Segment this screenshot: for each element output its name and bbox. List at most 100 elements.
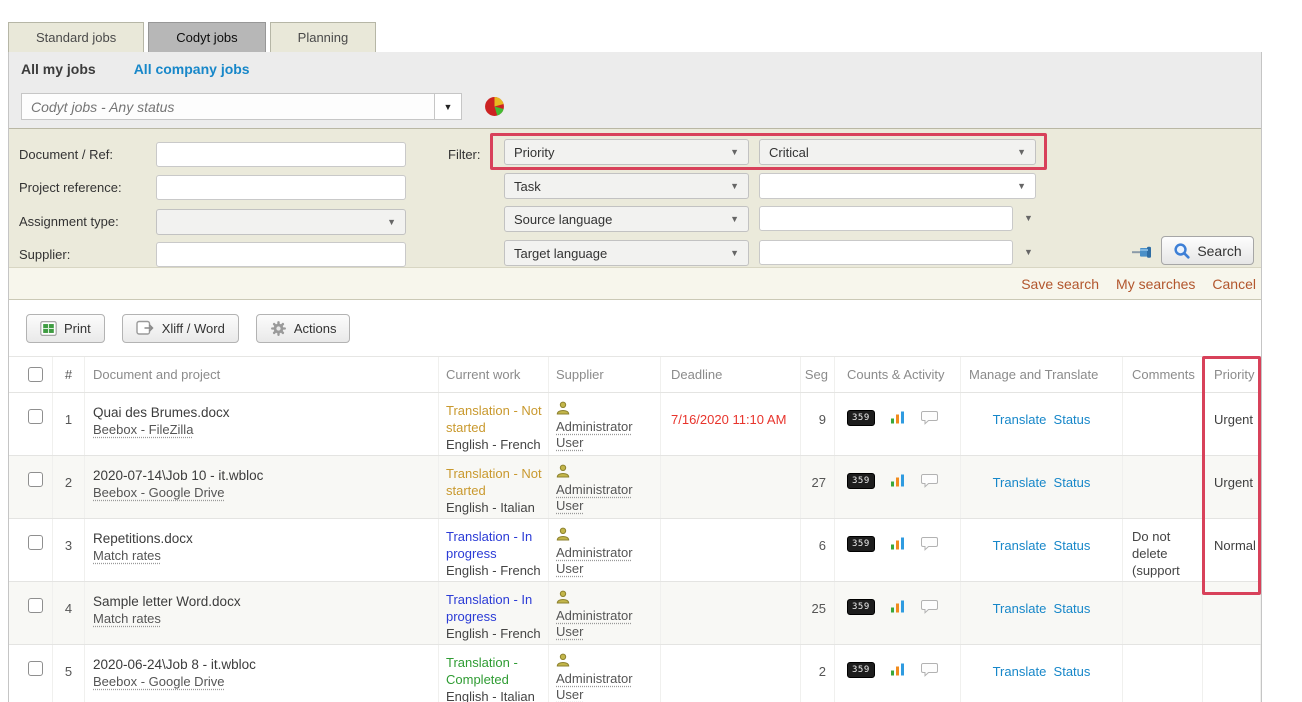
user-icon [556,401,570,415]
supplier-link[interactable]: Administrator User [556,419,633,450]
statistics-button[interactable] [484,96,505,117]
assignment-type-select[interactable]: ▼ [156,209,406,235]
comment-bubble-icon[interactable] [921,662,939,677]
tab-standard-jobs[interactable]: Standard jobs [8,22,144,52]
status-link[interactable]: Status [1054,412,1091,427]
activity-chart-icon[interactable] [890,536,906,551]
my-searches-link[interactable]: My searches [1116,276,1195,292]
header-current-work[interactable]: Current work [439,357,549,392]
header-deadline[interactable]: Deadline [661,357,801,392]
filter-field-4-select[interactable]: Target language▼ [504,240,749,266]
header-seg[interactable]: Seg [801,357,835,392]
translate-link[interactable]: Translate [993,412,1047,427]
user-icon [556,527,570,541]
project-link[interactable]: Beebox - Google Drive [93,674,225,689]
work-status: Translation - Completed [446,654,544,688]
filter-field-2-select[interactable]: Task▼ [504,173,749,199]
filter-value-2-select[interactable]: ▼ [759,173,1036,199]
header-comments[interactable]: Comments [1123,357,1203,392]
row-checkbox[interactable] [28,535,43,550]
tab-codyt-jobs[interactable]: Codyt jobs [148,22,265,52]
status-link[interactable]: Status [1054,664,1091,679]
chevron-down-icon[interactable]: ▼ [1024,247,1033,257]
filter-label: Filter: [448,147,481,162]
segment-count: 25 [801,582,835,644]
header-counts[interactable]: Counts & Activity [835,357,961,392]
save-search-link[interactable]: Save search [1021,276,1099,292]
all-my-jobs-link[interactable]: All my jobs [21,61,96,77]
header-supplier[interactable]: Supplier [549,357,661,392]
activity-chart-icon[interactable] [890,662,906,677]
tab-planning[interactable]: Planning [270,22,377,52]
row-checkbox[interactable] [28,472,43,487]
comment-text [1123,645,1203,702]
filter-value-4-input[interactable] [759,240,1013,265]
project-link[interactable]: Match rates [93,611,161,626]
project-link[interactable]: Beebox - FileZilla [93,422,193,437]
select-all-checkbox[interactable] [28,367,43,382]
project-link[interactable]: Match rates [93,548,161,563]
table-row: 5 2020-06-24\Job 8 - it.wbloc Beebox - G… [9,644,1261,702]
search-filter-panel: Document / Ref: Project reference: Assig… [9,129,1261,268]
header-document[interactable]: Document and project [85,357,439,392]
pin-search-button[interactable] [1131,246,1155,262]
word-count-badge[interactable]: 359 [847,536,875,552]
word-count-badge[interactable]: 359 [847,410,875,426]
supplier-link[interactable]: Administrator User [556,671,633,702]
status-link[interactable]: Status [1054,475,1091,490]
xliff-word-button[interactable]: Xliff / Word [122,314,239,343]
activity-chart-icon[interactable] [890,599,906,614]
actions-button[interactable]: Actions [256,314,351,343]
main-content: All my jobs All company jobs ▼ Document [8,52,1262,702]
translate-link[interactable]: Translate [993,664,1047,679]
job-status-combobox: ▼ [21,93,462,120]
comment-text [1123,456,1203,518]
word-count-badge[interactable]: 359 [847,662,875,678]
segment-count: 9 [801,393,835,455]
status-link[interactable]: Status [1054,538,1091,553]
comment-bubble-icon[interactable] [921,599,939,614]
project-ref-input[interactable] [156,175,406,200]
translate-link[interactable]: Translate [993,538,1047,553]
row-number: 4 [53,582,85,644]
comment-bubble-icon[interactable] [921,536,939,551]
header-priority[interactable]: Priority [1203,357,1261,392]
activity-chart-icon[interactable] [890,473,906,488]
job-status-dropdown-button[interactable]: ▼ [435,93,462,120]
language-pair: English - French [446,562,544,579]
translate-link[interactable]: Translate [993,475,1047,490]
cancel-link[interactable]: Cancel [1212,276,1256,292]
doc-ref-input[interactable] [156,142,406,167]
gear-icon [270,320,287,337]
row-checkbox[interactable] [28,661,43,676]
filter-value-3-input[interactable] [759,206,1013,231]
filter-field-3-select[interactable]: Source language▼ [504,206,749,232]
job-status-input[interactable] [21,93,435,120]
word-count-badge[interactable]: 359 [847,473,875,489]
priority-value: Normal [1203,519,1261,581]
row-checkbox[interactable] [28,598,43,613]
status-link[interactable]: Status [1054,601,1091,616]
row-number: 2 [53,456,85,518]
supplier-input[interactable] [156,242,406,267]
priority-value [1203,582,1261,644]
priority-value: Urgent [1203,456,1261,518]
translate-link[interactable]: Translate [993,601,1047,616]
supplier-link[interactable]: Administrator User [556,608,633,639]
supplier-link[interactable]: Administrator User [556,545,633,576]
word-count-badge[interactable]: 359 [847,599,875,615]
segment-count: 2 [801,645,835,702]
all-company-jobs-link[interactable]: All company jobs [134,61,250,77]
activity-chart-icon[interactable] [890,410,906,425]
supplier-link[interactable]: Administrator User [556,482,633,513]
comment-bubble-icon[interactable] [921,473,939,488]
doc-ref-label: Document / Ref: [19,147,113,162]
header-manage[interactable]: Manage and Translate [961,357,1123,392]
search-button[interactable]: Search [1161,236,1254,265]
comment-bubble-icon[interactable] [921,410,939,425]
header-num[interactable]: # [53,357,85,392]
row-checkbox[interactable] [28,409,43,424]
project-link[interactable]: Beebox - Google Drive [93,485,225,500]
chevron-down-icon[interactable]: ▼ [1024,213,1033,223]
print-button[interactable]: Print [26,314,105,343]
